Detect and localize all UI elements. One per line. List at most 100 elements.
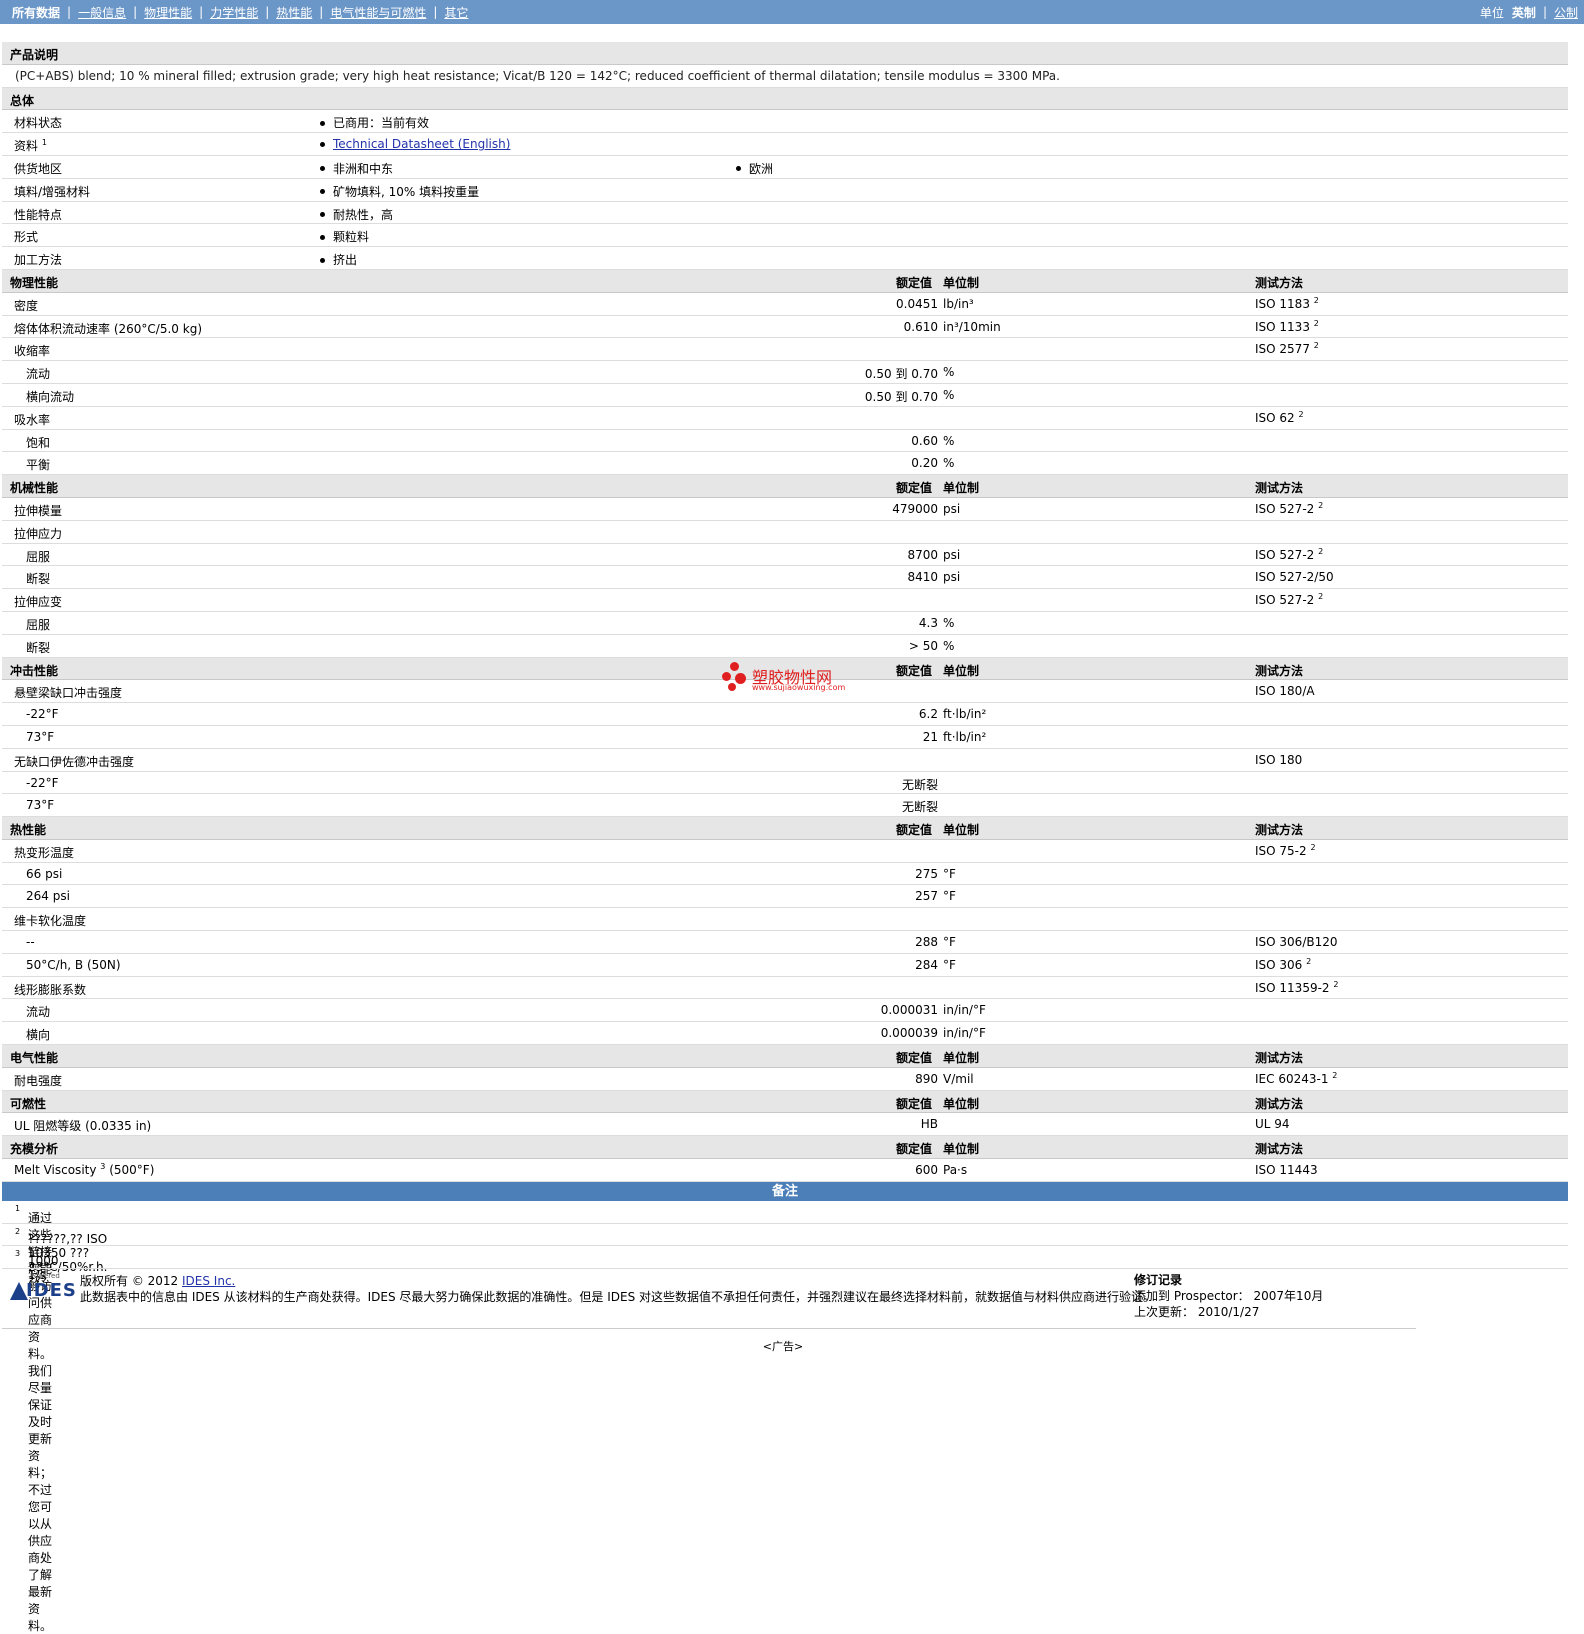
bullet-item[interactable]: Technical Datasheet (English): [320, 137, 510, 151]
property-label: 屈服: [26, 548, 50, 565]
col-header-value: 额定值: [896, 1051, 933, 1066]
tab-separator: |: [199, 5, 204, 19]
section-title: 充模分析: [10, 1142, 59, 1157]
updated-label: 上次更新：: [1134, 1305, 1195, 1319]
notes-header: 备注: [2, 1181, 1568, 1201]
property-label: 拉伸应变: [14, 593, 62, 610]
property-row: 流动 0.50 到 0.70%: [2, 361, 1568, 384]
item-text: 挤出: [333, 253, 358, 268]
col-header-value: 额定值: [896, 1096, 933, 1111]
test-method-cell: ISO 527-2/50: [1255, 570, 1334, 584]
test-method-text: ISO 11359-2: [1255, 980, 1330, 995]
added-label: 添加到 Prospector：: [1134, 1289, 1250, 1303]
footnote-ref: 2: [1298, 409, 1304, 419]
unit-english-option[interactable]: 英制: [1512, 4, 1536, 21]
bullet-icon: [320, 166, 325, 172]
col-header-test: 测试方法: [1255, 663, 1304, 678]
property-label: 维卡软化温度: [14, 912, 86, 929]
unit-cell: psi: [943, 501, 961, 516]
unit-cell: V/mil: [943, 1071, 974, 1086]
value-cell: 0.60: [911, 433, 938, 448]
label-text: 无缺口伊佐德冲击强度: [14, 754, 135, 769]
property-label: 性能特点: [14, 206, 62, 223]
col-header-unit: 单位制: [943, 481, 980, 496]
section-title: 机械性能: [10, 481, 59, 496]
unit-cell: %: [943, 387, 955, 402]
section-title: 电气性能: [10, 1051, 59, 1066]
label-text: 73°F: [26, 729, 55, 744]
footnote-ref: 3: [100, 1162, 106, 1172]
tab-separator: |: [67, 5, 72, 19]
condition-text: (0.0335 in): [85, 1119, 152, 1134]
label-text: 屈服: [26, 617, 51, 632]
general-row: 填料/增强材料 矿物填料, 10% 填料按重量: [2, 179, 1568, 202]
tab-3[interactable]: 力学性能: [210, 4, 258, 21]
bullet-item: 颗粒料: [320, 228, 369, 245]
unit-cell: °F: [943, 935, 956, 950]
property-label: 屈服: [26, 616, 50, 633]
property-row: 50°C/h, B (50N) 284 °F ISO 306 2: [2, 954, 1568, 977]
unit-metric-option[interactable]: 公制: [1554, 4, 1578, 21]
section-title: 可燃性: [10, 1096, 47, 1111]
section-header: 充模分析 额定值 单位制 测试方法: [2, 1136, 1568, 1160]
logo-text: IDES: [26, 1280, 77, 1301]
tab-1[interactable]: 一般信息: [78, 4, 126, 21]
bullet-icon: [320, 212, 325, 218]
unit-cell: Pa·s: [943, 1163, 968, 1178]
value-cell: 4.3: [918, 615, 938, 630]
ad-placeholder: <广告>: [762, 1340, 804, 1353]
property-label: Melt Viscosity 3 (500°F): [14, 1162, 155, 1178]
footnote-ref: 2: [1318, 592, 1324, 602]
label-text: -22°F: [26, 775, 59, 790]
tab-0[interactable]: 所有数据: [12, 4, 60, 21]
test-method-text: ISO 527-2/50: [1255, 570, 1334, 585]
property-row: 264 psi 257 °F: [2, 885, 1568, 909]
bullet-icon: [320, 120, 325, 126]
unit-switch: 单位 英制 | 公制: [1480, 4, 1578, 21]
label-text: 拉伸应力: [14, 526, 63, 541]
test-method-cell: ISO 306/B120: [1255, 935, 1338, 949]
tab-5[interactable]: 电气性能与可燃性: [330, 4, 426, 21]
property-label: 无缺口伊佐德冲击强度: [14, 753, 134, 770]
footnote-ref: 1: [15, 1203, 21, 1213]
col-header-unit: 单位制: [943, 663, 980, 678]
nav-tabs: 所有数据 | 一般信息 | 物理性能 | 力学性能 | 热性能 | 电气性能与可燃性 | 其它: [12, 4, 468, 21]
property-label: 拉伸模量: [14, 502, 62, 519]
value-cell: 8700: [907, 547, 938, 562]
section-header: 机械性能 额定值 单位制 测试方法: [2, 475, 1568, 498]
label-text: Melt Viscosity: [14, 1163, 97, 1178]
unit-cell: %: [943, 456, 955, 471]
property-row: 73°F 无断裂: [2, 794, 1568, 818]
property-row: 熔体体积流动速率 (260°C/5.0 kg) 0.610 in³/10min ISO…: [2, 316, 1568, 339]
tab-4[interactable]: 热性能: [276, 4, 312, 21]
property-row: 吸水率 ISO 62 2: [2, 407, 1568, 430]
col-header-value: 额定值: [896, 823, 933, 838]
condition-text: (500°F): [109, 1163, 155, 1178]
label-text: --: [26, 935, 35, 950]
tab-6[interactable]: 其它: [444, 4, 468, 21]
datasheet-link[interactable]: Technical Datasheet (English): [333, 137, 510, 151]
test-method-cell: ISO 180/A: [1255, 684, 1315, 698]
tab-2[interactable]: 物理性能: [144, 4, 192, 21]
property-row: 横向 0.000039 in/in/°F: [2, 1022, 1568, 1046]
col-header-unit: 单位制: [943, 823, 980, 838]
col-header-value: 额定值: [896, 1142, 933, 1157]
unit-cell: °F: [943, 889, 956, 904]
label-text: 供货地区: [14, 161, 63, 176]
label-text: 耐电强度: [14, 1073, 63, 1088]
datasheet: 产品说明 (PC+ABS) blend; 10 % mineral filled…: [2, 42, 1568, 1633]
property-row: 屈服 4.3%: [2, 612, 1568, 635]
bullet-item: 耐热性，高: [320, 206, 393, 223]
general-row: 加工方法 挤出: [2, 247, 1568, 270]
value-cell: 890: [915, 1071, 938, 1086]
unit-cell: psi: [943, 570, 961, 585]
item-text: 颗粒料: [333, 230, 370, 245]
label-text: 悬壁梁缺口冲击强度: [14, 686, 123, 701]
company-link[interactable]: IDES Inc.: [182, 1274, 235, 1288]
property-row: 拉伸模量 479000 psi ISO 527-2 2: [2, 498, 1568, 521]
label-text: 线形膨胀系数: [14, 982, 87, 997]
label-text: UL 阻燃等级: [14, 1119, 82, 1134]
test-method-cell: IEC 60243-1 2: [1255, 1071, 1337, 1086]
property-label: UL 阻燃等级 (0.0335 in): [14, 1117, 151, 1134]
property-row: 平衡 0.20%: [2, 452, 1568, 476]
